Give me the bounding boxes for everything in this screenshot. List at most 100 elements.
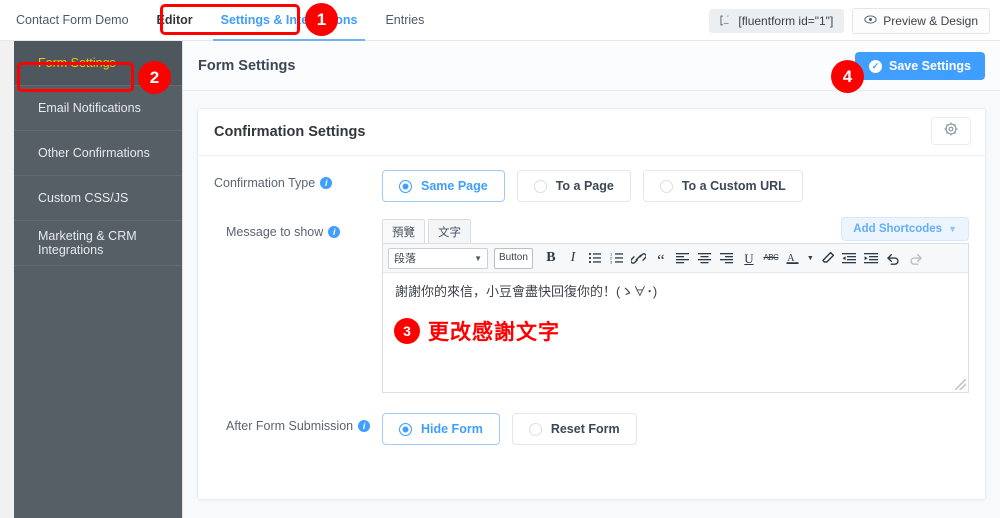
page-title: Form Settings — [198, 57, 296, 74]
sidebar-item-label: Form Settings — [38, 56, 116, 70]
info-icon[interactable]: i — [320, 177, 333, 189]
save-settings-button[interactable]: ✓ Save Settings — [855, 52, 985, 80]
editor-content-text: 謝謝你的來信，小豆會盡快回復你的！(ゝ∀･) — [395, 284, 658, 299]
add-shortcodes-label: Add Shortcodes — [853, 223, 943, 235]
nav-tab-entries[interactable]: Entries — [371, 0, 438, 41]
indent-icon[interactable] — [861, 248, 883, 269]
insert-button-tool[interactable]: Button — [494, 247, 533, 269]
chevron-down-icon: ▼ — [948, 224, 957, 234]
gear-icon — [944, 122, 958, 141]
radio-hide-form[interactable]: Hide Form — [382, 413, 500, 445]
svg-text:3: 3 — [610, 260, 613, 264]
preview-design-label: Preview & Design — [883, 13, 978, 28]
underline-icon[interactable]: U — [738, 248, 760, 269]
undo-icon[interactable] — [883, 248, 905, 269]
radio-label: Same Page — [421, 179, 488, 193]
radio-label: To a Custom URL — [681, 179, 786, 193]
format-select[interactable]: 段落 ▼ — [388, 247, 488, 269]
shortcode-icon — [718, 14, 731, 27]
sidebar-item-label: Custom CSS/JS — [38, 191, 129, 205]
annotation-3-group: 3 更改感謝文字 — [395, 316, 956, 346]
row-after-form-submission: After Form Submission i Hide Form Reset … — [214, 413, 969, 445]
bulleted-list-icon[interactable] — [584, 248, 606, 269]
sidebar-item-label: Other Confirmations — [38, 146, 150, 160]
card-settings-button[interactable] — [931, 117, 971, 145]
message-to-show-label-group: Message to show i — [214, 219, 382, 239]
radio-dot-icon — [399, 179, 412, 193]
editor-content-area[interactable]: 謝謝你的來信，小豆會盡快回復你的！(ゝ∀･) 3 更改感謝文字 — [383, 273, 968, 392]
card-body: Confirmation Type i Same Page To a Page … — [198, 156, 985, 445]
italic-icon[interactable]: I — [562, 248, 584, 269]
link-icon[interactable] — [628, 248, 650, 269]
main-header: Form Settings ✓ Save Settings — [183, 41, 1000, 91]
top-navigation-bar: Contact Form Demo Editor Settings & Inte… — [0, 0, 1000, 41]
nav-tab-settings-integrations[interactable]: Settings & Integrations — [207, 0, 372, 41]
after-submission-label: After Form Submission — [226, 419, 354, 433]
row-message-to-show: Message to show i 預覽 文字 Add Shortcodes ▼ — [214, 217, 969, 393]
editor-tab-text[interactable]: 文字 — [428, 219, 471, 243]
sidebar-item-marketing-crm-integrations[interactable]: Marketing & CRM Integrations — [14, 221, 182, 266]
radio-same-page[interactable]: Same Page — [382, 170, 505, 202]
editor-box: 段落 ▼ Button B I 1 2 3 “ U ABC A ▼ 謝謝你的來信… — [382, 243, 969, 393]
outdent-icon[interactable] — [839, 248, 861, 269]
annotation-text-3: 更改感謝文字 — [428, 320, 560, 344]
radio-dot-icon — [533, 179, 547, 193]
form-shortcode-chip[interactable]: [fluentform id="1"] — [709, 8, 845, 33]
form-title: Contact Form Demo — [16, 13, 129, 27]
radio-reset-form[interactable]: Reset Form — [511, 413, 637, 445]
top-bar-actions: [fluentform id="1"] Preview & Design — [709, 0, 990, 41]
text-color-icon[interactable]: A — [782, 248, 804, 269]
sidebar-item-custom-css-js[interactable]: Custom CSS/JS — [14, 176, 182, 221]
clear-formatting-icon[interactable] — [817, 248, 839, 269]
page-body: Form Settings Email Notifications Other … — [0, 41, 1000, 518]
confirmation-type-radio-group: Same Page To a Page To a Custom URL — [382, 170, 969, 202]
strikethrough-icon[interactable]: ABC — [760, 248, 782, 269]
color-dropdown-icon[interactable]: ▼ — [804, 248, 817, 269]
info-icon[interactable]: i — [358, 420, 371, 432]
editor-toolbar: 段落 ▼ Button B I 1 2 3 “ U ABC A ▼ — [383, 244, 968, 273]
radio-label: Reset Form — [550, 422, 620, 436]
confirmation-type-label-group: Confirmation Type i — [214, 170, 382, 190]
sidebar-item-other-confirmations[interactable]: Other Confirmations — [14, 131, 182, 176]
check-circle-icon: ✓ — [869, 59, 883, 73]
format-select-value: 段落 — [394, 253, 416, 265]
main-content: Form Settings ✓ Save Settings Confirmati… — [182, 41, 1000, 518]
message-to-show-label: Message to show — [226, 225, 324, 239]
radio-to-a-page[interactable]: To a Page — [516, 170, 631, 202]
card-header: Confirmation Settings — [198, 109, 985, 156]
redo-icon[interactable] — [905, 248, 927, 269]
align-left-icon[interactable] — [672, 248, 694, 269]
preview-design-button[interactable]: Preview & Design — [852, 7, 990, 34]
radio-to-a-custom-url[interactable]: To a Custom URL — [642, 170, 803, 202]
confirmation-type-label: Confirmation Type — [214, 176, 316, 190]
row-confirmation-type: Confirmation Type i Same Page To a Page … — [214, 170, 969, 202]
blockquote-icon[interactable]: “ — [650, 248, 672, 269]
radio-dot-icon — [399, 422, 412, 436]
left-rail — [0, 41, 14, 518]
save-settings-label: Save Settings — [889, 59, 971, 73]
sidebar-item-label: Marketing & CRM Integrations — [38, 229, 137, 257]
chevron-down-icon: ▼ — [474, 253, 482, 263]
align-center-icon[interactable] — [694, 248, 716, 269]
numbered-list-icon[interactable]: 1 2 3 — [606, 248, 628, 269]
annotation-badge-4: 4 — [832, 61, 863, 92]
top-nav-tabs: Contact Form Demo Editor Settings & Inte… — [0, 0, 438, 41]
radio-label: To a Page — [555, 179, 614, 193]
after-submission-radio-group: Hide Form Reset Form — [382, 413, 969, 445]
info-icon[interactable]: i — [328, 226, 341, 238]
message-editor: 預覽 文字 Add Shortcodes ▼ 段落 ▼ Button B I 1… — [382, 217, 969, 393]
settings-sidebar: Form Settings Email Notifications Other … — [14, 41, 182, 518]
after-submission-control: Hide Form Reset Form — [382, 413, 969, 445]
radio-label: Hide Form — [421, 422, 483, 436]
editor-tab-visual[interactable]: 預覽 — [382, 219, 425, 243]
editor-mode-tabs: 預覽 文字 Add Shortcodes ▼ — [382, 217, 969, 243]
bold-icon[interactable]: B — [540, 248, 562, 269]
radio-dot-icon — [659, 179, 673, 193]
annotation-badge-2: 2 — [139, 62, 170, 93]
add-shortcodes-button[interactable]: Add Shortcodes ▼ — [841, 217, 969, 241]
nav-tab-editor[interactable]: Editor — [143, 0, 207, 41]
confirmation-type-control: Same Page To a Page To a Custom URL — [382, 170, 969, 202]
editor-resize-handle[interactable] — [955, 379, 966, 390]
annotation-badge-1: 1 — [306, 4, 337, 35]
align-right-icon[interactable] — [716, 248, 738, 269]
